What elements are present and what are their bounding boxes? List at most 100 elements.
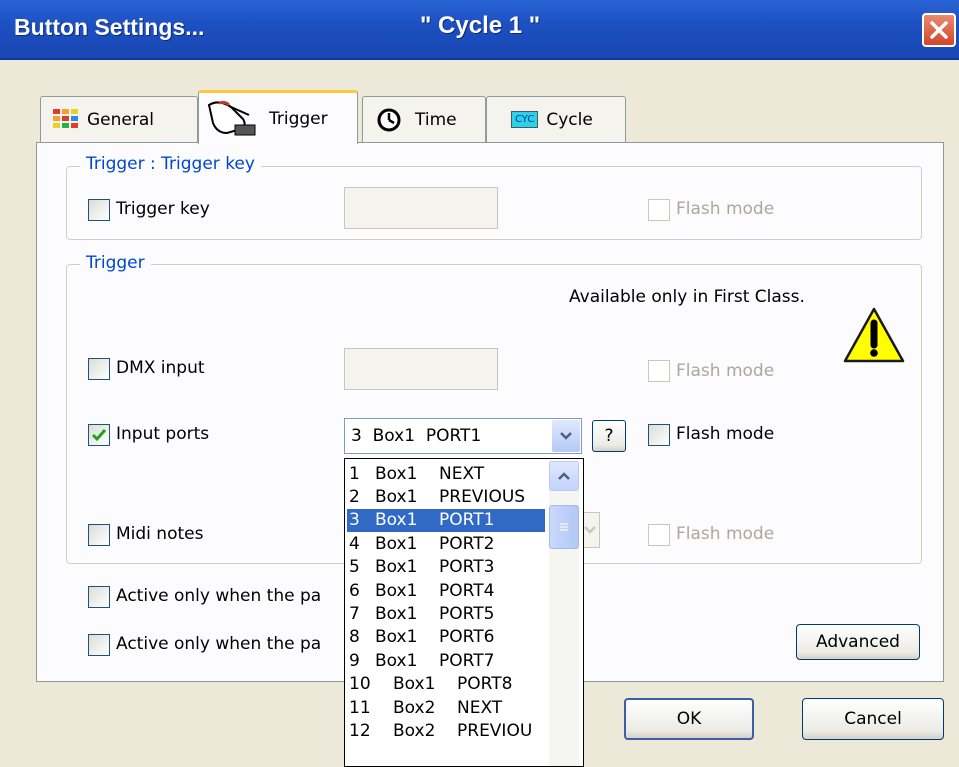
trigger-key-flash-checkbox: [648, 199, 670, 221]
trigger-key-flash-label: Flash mode: [676, 199, 775, 219]
dropdown-option-port: PORT5: [439, 603, 495, 624]
dropdown-option[interactable]: 5 Box1 PORT3: [347, 556, 545, 579]
dmx-input-field: [344, 348, 498, 390]
input-ports-flash-checkbox[interactable]: [648, 424, 670, 446]
dmx-input-label: DMX input: [116, 358, 205, 378]
dropdown-option[interactable]: 9 Box1 PORT7: [347, 649, 545, 672]
tab-general[interactable]: General: [40, 96, 198, 142]
active-option-1-checkbox[interactable]: [88, 586, 110, 608]
cancel-button-label: Cancel: [844, 709, 902, 729]
tab-cycle[interactable]: CYC Cycle: [486, 96, 626, 142]
dropdown-option-number: 6: [349, 580, 360, 601]
trigger-key-checkbox[interactable]: [88, 199, 110, 221]
dropdown-option-port: NEXT: [439, 463, 485, 484]
advanced-button[interactable]: Advanced: [796, 624, 920, 660]
dropdown-option-number: 2: [349, 486, 360, 507]
dropdown-option-number: 8: [349, 627, 360, 648]
midi-flash-label: Flash mode: [676, 524, 775, 544]
dropdown-option-number: 7: [349, 603, 360, 624]
dropdown-option[interactable]: 12 Box2 PREVIOU: [347, 719, 545, 742]
tab-trigger-label: Trigger: [269, 108, 328, 129]
dropdown-option-number: 4: [349, 533, 360, 554]
cancel-button[interactable]: Cancel: [802, 698, 944, 740]
dropdown-option-number: 1: [349, 463, 360, 484]
ok-button[interactable]: OK: [624, 698, 754, 740]
dropdown-option-number: 5: [349, 557, 360, 578]
tab-general-label: General: [87, 109, 154, 130]
warning-icon: [843, 307, 905, 363]
active-option-1-label: Active only when the pa: [116, 586, 322, 606]
advanced-button-label: Advanced: [816, 632, 900, 652]
dropdown-option-box: Box2: [393, 720, 436, 741]
midi-notes-label: Midi notes: [116, 524, 204, 544]
tab-time[interactable]: Time: [362, 96, 486, 142]
clock-icon: [377, 108, 401, 131]
dropdown-option[interactable]: 4 Box1 PORT2: [347, 532, 545, 555]
checkmark-icon: [91, 429, 107, 442]
dropdown-option-box: Box1: [375, 510, 418, 531]
trigger-key-label: Trigger key: [116, 199, 210, 219]
dropdown-option-box: Box2: [393, 697, 436, 718]
dropdown-option-number: 9: [349, 650, 360, 671]
window-title: Button Settings...: [14, 14, 205, 40]
dropdown-option-box: Box1: [375, 463, 418, 484]
dropdown-option-box: Box1: [375, 627, 418, 648]
dropdown-option-box: Box1: [375, 533, 418, 554]
dropdown-option-port: PORT7: [439, 650, 495, 671]
midi-flash-checkbox: [648, 524, 670, 546]
dropdown-option[interactable]: 7 Box1 PORT5: [347, 602, 545, 625]
dropdown-option[interactable]: 1 Box1 NEXT: [347, 462, 545, 485]
chevron-down-icon: [584, 526, 596, 534]
dropdown-option-port: NEXT: [457, 697, 503, 718]
scroll-up-button[interactable]: [549, 461, 579, 491]
window-subtitle: " Cycle 1 ": [420, 12, 541, 39]
title-bar: Button Settings... " Cycle 1 ": [0, 0, 959, 60]
dropdown-option-port: PORT6: [439, 627, 495, 648]
scroll-thumb[interactable]: [549, 505, 579, 549]
dropdown-option-port: PORT2: [439, 533, 495, 554]
ok-button-label: OK: [676, 709, 702, 729]
dropdown-option[interactable]: 8 Box1 PORT6: [347, 626, 545, 649]
dropdown-option-box: Box1: [375, 557, 418, 578]
dropdown-option[interactable]: 2 Box1 PREVIOUS: [347, 485, 545, 508]
hand-pointer-icon: [207, 100, 256, 135]
input-ports-dropdown-list: 1 Box1 NEXT 2 Box1 PREVIOUS 3 Box1 PORT1 4 Box1 POR…: [344, 458, 584, 767]
dropdown-option-box: Box1: [393, 674, 436, 695]
tab-trigger[interactable]: Trigger: [198, 90, 358, 144]
dropdown-option-port: PORT8: [457, 674, 513, 695]
dropdown-option[interactable]: 11 Box2 NEXT: [347, 696, 545, 719]
chevron-up-icon: [558, 472, 570, 480]
dropdown-scrollbar[interactable]: [549, 461, 579, 766]
input-ports-flash-label: Flash mode: [676, 424, 775, 444]
trigger-key-field: [344, 187, 498, 229]
dropdown-option-box: Box1: [375, 486, 418, 507]
dropdown-option-box: Box1: [375, 580, 418, 601]
help-button[interactable]: ?: [592, 420, 626, 452]
midi-notes-checkbox[interactable]: [88, 524, 110, 546]
input-ports-dropdown-button[interactable]: [552, 420, 580, 452]
dropdown-option[interactable]: 3 Box1 PORT1: [347, 508, 545, 532]
dropdown-option-number: 11: [349, 697, 371, 718]
input-ports-label: Input ports: [116, 424, 210, 444]
active-option-2-label: Active only when the pa: [116, 634, 322, 654]
chevron-down-icon: [560, 432, 572, 440]
dropdown-option-box: Box1: [375, 650, 418, 671]
dropdown-option-box: Box1: [375, 603, 418, 624]
dmx-flash-checkbox: [648, 360, 670, 382]
active-option-2-checkbox[interactable]: [88, 634, 110, 656]
dmx-input-checkbox[interactable]: [88, 358, 110, 380]
grid-icon: [53, 108, 78, 128]
dropdown-option-number: 10: [349, 674, 371, 695]
dropdown-option-port: PREVIOU: [457, 720, 533, 741]
input-ports-checkbox[interactable]: [88, 424, 110, 446]
dropdown-option-port: PORT1: [439, 510, 495, 531]
dropdown-option-number: 3: [349, 510, 360, 531]
close-icon: [930, 21, 948, 39]
close-button[interactable]: [922, 13, 956, 47]
tab-time-label: Time: [415, 109, 457, 130]
dropdown-option[interactable]: 6 Box1 PORT4: [347, 579, 545, 602]
dropdown-option[interactable]: 10 Box1 PORT8: [347, 673, 545, 696]
input-ports-select[interactable]: 3 Box1 PORT1: [344, 418, 582, 454]
dropdown-option-port: PORT4: [439, 580, 495, 601]
trigger-legend: Trigger: [80, 253, 151, 273]
